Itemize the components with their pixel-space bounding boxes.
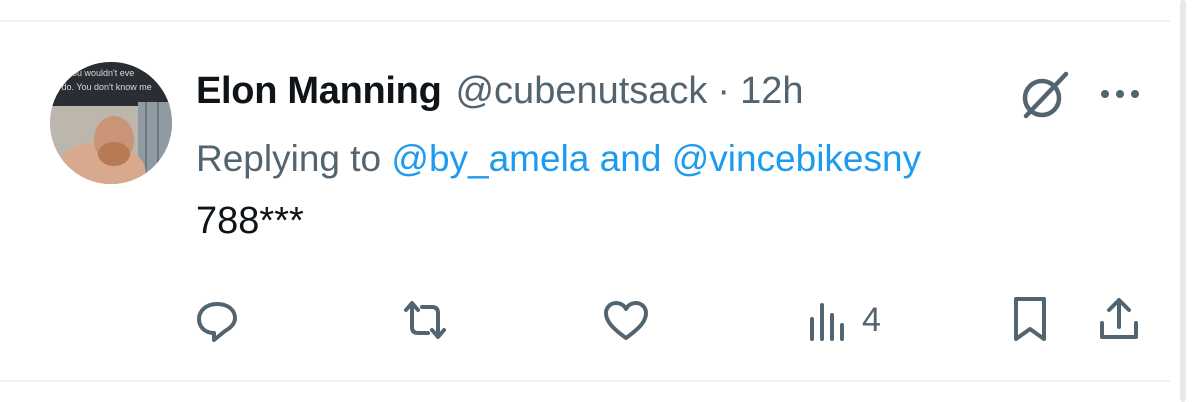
- action-bar: 4: [0, 290, 1200, 350]
- avatar-image: st you wouldn't eve o do. You don't know…: [50, 62, 172, 184]
- header-separator: ·: [717, 70, 731, 112]
- reply-button[interactable]: [192, 290, 242, 350]
- tweet-page: st you wouldn't eve o do. You don't know…: [0, 0, 1200, 402]
- share-icon: [1094, 293, 1144, 347]
- grok-icon[interactable]: [1016, 68, 1072, 124]
- scrollbar[interactable]: [1180, 0, 1186, 402]
- like-button[interactable]: [600, 290, 652, 350]
- bookmark-icon: [1008, 293, 1052, 347]
- replying-joiner[interactable]: and: [600, 138, 662, 179]
- retweet-button[interactable]: [398, 290, 452, 350]
- share-button[interactable]: [1094, 290, 1144, 350]
- retweet-icon: [398, 295, 452, 345]
- avatar-overlay-line-1: st you wouldn't eve: [58, 68, 134, 78]
- display-name[interactable]: Elon Manning: [196, 66, 442, 116]
- replying-to: Replying to @by_amela and @vincebikesny: [196, 135, 921, 183]
- tweet-timestamp[interactable]: 12h: [740, 66, 803, 116]
- tweet-text: 788***: [196, 200, 304, 242]
- avatar-overlay-line-2: o do. You don't know me: [54, 82, 152, 92]
- avatar[interactable]: st you wouldn't eve o do. You don't know…: [50, 62, 172, 184]
- mention-link-1[interactable]: @by_amela: [391, 138, 589, 179]
- user-handle[interactable]: @cubenutsack: [455, 66, 707, 116]
- views-icon: [804, 295, 852, 345]
- more-icon[interactable]: [1096, 78, 1144, 110]
- reply-icon: [192, 295, 242, 345]
- mention-link-2[interactable]: @vincebikesny: [672, 138, 921, 179]
- like-icon: [600, 295, 652, 345]
- bookmark-button[interactable]: [1008, 290, 1052, 350]
- bottom-divider: [0, 380, 1170, 382]
- top-divider: [0, 20, 1170, 22]
- views-count: 4: [862, 300, 881, 339]
- views-button[interactable]: 4: [804, 290, 881, 350]
- tweet-header: Elon Manning @cubenutsack · 12h: [196, 66, 803, 116]
- replying-prefix: Replying to: [196, 138, 382, 179]
